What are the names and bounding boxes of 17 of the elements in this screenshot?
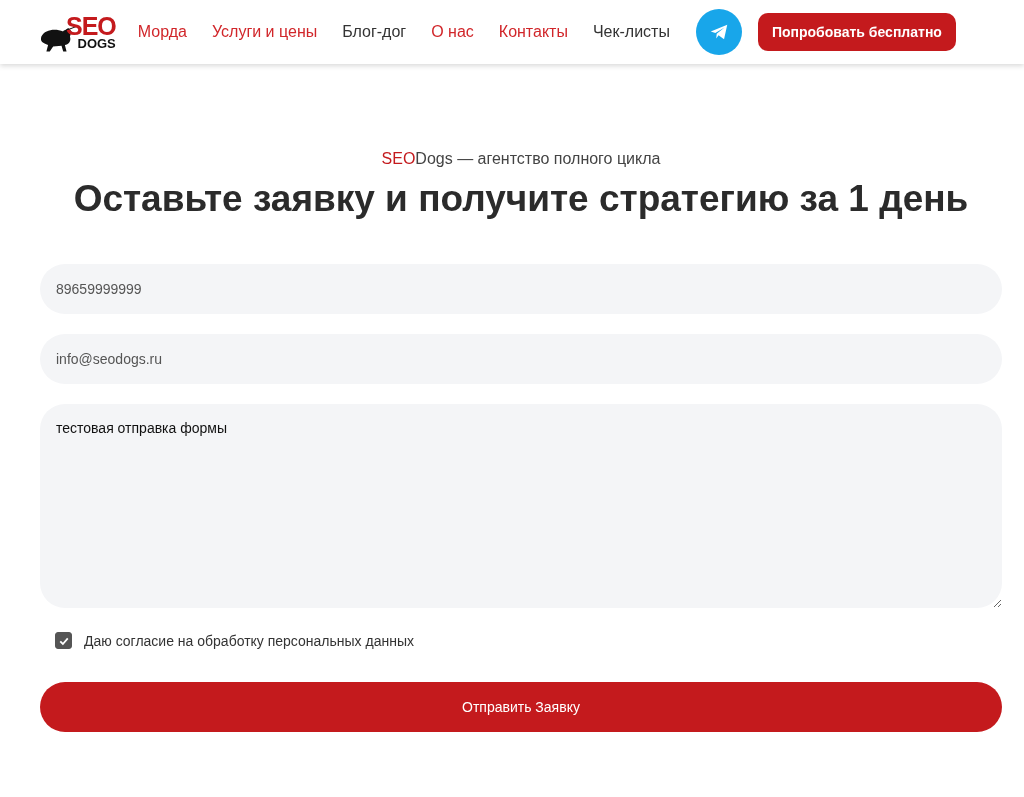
nav-link[interactable]: Контакты: [498, 23, 568, 41]
heading: Оставьте заявку и получите стратегию за 1 день: [72, 178, 970, 220]
email-field[interactable]: info@seodogs.ru: [40, 334, 1002, 384]
consent-checkbox[interactable]: [55, 632, 72, 649]
nav-link[interactable]: Услуги и цены: [211, 23, 318, 41]
submit-button[interactable]: Отправить Заявку: [40, 682, 1002, 732]
nav-link[interactable]: Чек-листы: [592, 23, 670, 41]
telegram-button[interactable]: [695, 9, 742, 55]
try-free-button[interactable]: Попробовать бесплатно: [757, 13, 956, 51]
tagline: SEODogs — агентство полного цикла: [380, 150, 662, 168]
message-field[interactable]: тестовая отправка формы: [40, 404, 1002, 608]
phone-field[interactable]: 89659999999: [40, 264, 1002, 314]
nav-link[interactable]: О нас: [431, 23, 474, 41]
nav-link[interactable]: Морда: [137, 23, 187, 41]
logo[interactable]: SEO DOGS: [38, 10, 116, 54]
nav-link[interactable]: Блог-дог: [342, 23, 407, 41]
consent-label: Даю согласие на обработку персональных данных: [84, 632, 414, 649]
